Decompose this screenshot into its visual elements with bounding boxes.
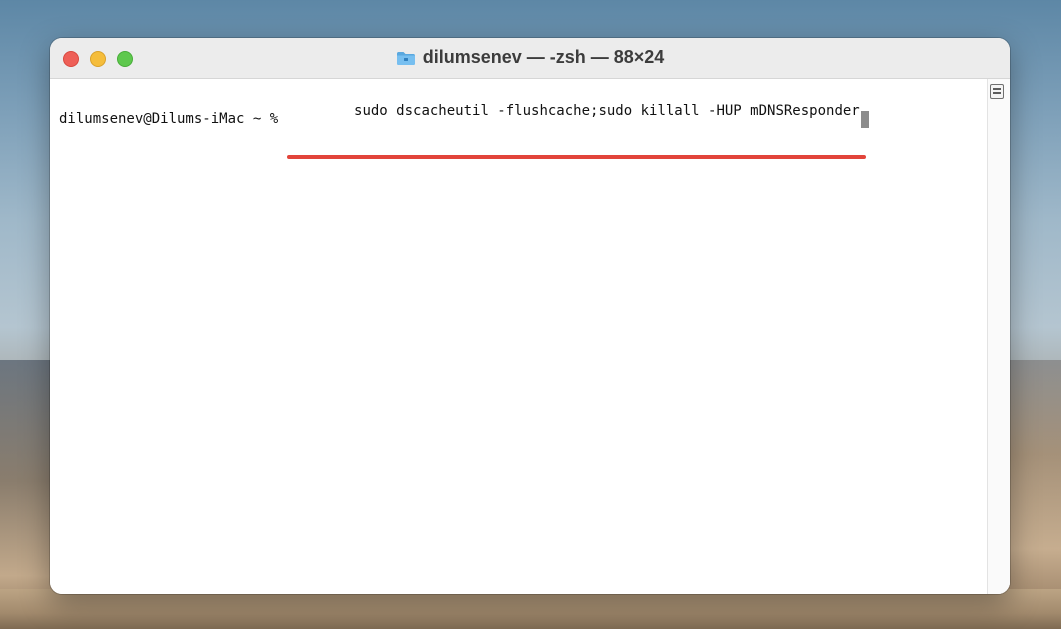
command-text: sudo dscacheutil -flushcache;sudo killal… bbox=[354, 103, 860, 119]
window-title-text: dilumsenev — -zsh — 88×24 bbox=[422, 47, 665, 67]
shell-prompt: dilumsenev@Dilums-iMac ~ % bbox=[59, 111, 287, 127]
terminal-window: dilumsenev — -zsh — 88×24 dilumsenev@Dil… bbox=[50, 38, 1010, 594]
terminal-content[interactable]: dilumsenev@Dilums-iMac ~ % sudo dscacheu… bbox=[50, 79, 1010, 594]
red-underline bbox=[286, 155, 866, 159]
window-title: dilumsenev — -zsh — 88×24 bbox=[50, 47, 1010, 68]
scroll-marker-icon[interactable] bbox=[990, 84, 1004, 99]
scrollbar[interactable] bbox=[987, 79, 1010, 594]
title-bar[interactable]: dilumsenev — -zsh — 88×24 bbox=[50, 38, 1010, 79]
terminal-line: dilumsenev@Dilums-iMac ~ % sudo dscacheu… bbox=[59, 87, 869, 159]
cursor-icon bbox=[860, 110, 869, 128]
folder-icon bbox=[396, 50, 416, 66]
desktop-background-bottom bbox=[0, 589, 1061, 629]
highlighted-command: sudo dscacheutil -flushcache;sudo killal… bbox=[286, 87, 866, 159]
